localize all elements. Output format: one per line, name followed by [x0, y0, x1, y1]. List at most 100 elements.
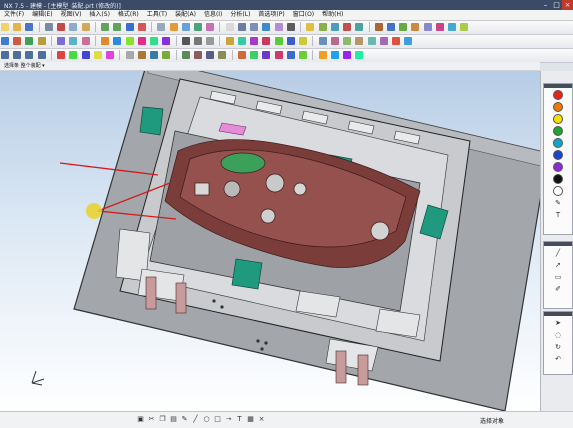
cut-icon[interactable] — [57, 23, 66, 31]
datum-plane-icon[interactable] — [57, 37, 66, 45]
cylinder-icon[interactable] — [113, 37, 122, 45]
swatch-red[interactable] — [553, 90, 563, 100]
print-icon[interactable] — [44, 23, 53, 31]
menu-help[interactable]: 帮助(H) — [318, 10, 347, 20]
undo-icon[interactable] — [101, 23, 110, 31]
sketch-icon[interactable] — [157, 23, 166, 31]
swatch-green[interactable] — [553, 126, 563, 136]
copy-icon[interactable]: ❐ — [158, 415, 167, 424]
assembly-icon[interactable] — [374, 23, 383, 31]
mold-assembly-model[interactable] — [0, 71, 540, 411]
sphere-icon[interactable] — [137, 37, 146, 45]
datum-axis-icon[interactable] — [69, 37, 78, 45]
pan-icon[interactable] — [250, 23, 259, 31]
angle-icon[interactable] — [299, 51, 308, 59]
lasso-icon[interactable]: ◌ — [552, 331, 564, 340]
front-view-icon[interactable] — [1, 51, 9, 59]
extract-icon[interactable] — [343, 37, 352, 45]
top-view-icon[interactable] — [13, 51, 22, 59]
render-icon[interactable] — [404, 37, 413, 45]
line-icon[interactable]: ╱ — [191, 415, 200, 424]
blend-icon[interactable] — [193, 23, 202, 31]
circle-icon[interactable]: ○ — [202, 415, 211, 424]
menu-insert[interactable]: 插入(S) — [85, 10, 114, 20]
visible-layer-icon[interactable] — [218, 51, 227, 59]
close-button[interactable]: × — [562, 0, 573, 10]
section-icon[interactable] — [330, 23, 339, 31]
menu-info[interactable]: 信息(I) — [200, 10, 226, 20]
swatch-purple[interactable] — [553, 162, 563, 172]
menu-file[interactable]: 文件(F) — [0, 10, 28, 20]
selection-scope-dropdown[interactable]: 选择条 整个装配 ▾ — [4, 62, 45, 70]
spline-icon[interactable] — [37, 37, 46, 45]
color-icon[interactable] — [391, 37, 400, 45]
move-face-icon[interactable] — [379, 37, 388, 45]
line-icon[interactable]: ╱ — [552, 249, 564, 258]
hide-icon[interactable] — [343, 23, 352, 31]
pen-icon[interactable]: ✎ — [180, 415, 189, 424]
snap-midpoint-icon[interactable] — [69, 51, 78, 59]
menu-format[interactable]: 格式(R) — [114, 10, 143, 20]
shell-icon[interactable] — [274, 37, 283, 45]
shaded-view-icon[interactable] — [274, 23, 283, 31]
revolve-icon[interactable] — [181, 23, 190, 31]
csys-icon[interactable] — [81, 37, 90, 45]
point-icon[interactable] — [1, 37, 9, 45]
maximize-button[interactable]: □ — [551, 0, 562, 10]
snap-quadrant-icon[interactable] — [106, 51, 115, 59]
open-folder-icon[interactable] — [13, 23, 22, 31]
menu-tools[interactable]: 工具(T) — [143, 10, 171, 20]
edit-object-icon[interactable] — [237, 51, 246, 59]
select-icon[interactable]: ➤ — [552, 319, 564, 328]
brush-icon[interactable]: ✐ — [552, 285, 564, 294]
split-body-icon[interactable] — [237, 37, 246, 45]
new-file-icon[interactable] — [1, 23, 9, 31]
right-view-icon[interactable] — [25, 51, 34, 59]
eraser-icon[interactable]: ▭ — [552, 273, 564, 282]
menu-window[interactable]: 窗口(O) — [289, 10, 318, 20]
snap-endpoint-icon[interactable] — [57, 51, 66, 59]
arrow-icon[interactable]: ➝ — [224, 415, 233, 424]
menu-assembly[interactable]: 装配(A) — [171, 10, 200, 20]
boss-icon[interactable] — [162, 37, 171, 45]
draft-icon[interactable] — [262, 37, 271, 45]
close-icon[interactable]: × — [257, 415, 266, 424]
component-icon[interactable] — [386, 23, 395, 31]
layer-settings-icon[interactable] — [181, 51, 190, 59]
filter-icon[interactable] — [125, 51, 134, 59]
extrude-icon[interactable] — [169, 23, 178, 31]
favorite-icon[interactable] — [318, 51, 327, 59]
distance-icon[interactable] — [286, 51, 295, 59]
save-icon[interactable]: ▣ — [136, 415, 145, 424]
redo-icon[interactable] — [113, 23, 122, 31]
analysis-icon[interactable] — [274, 51, 283, 59]
snap-center-icon[interactable] — [81, 51, 90, 59]
grid-icon[interactable]: ▦ — [246, 415, 255, 424]
menu-view[interactable]: 视图(V) — [57, 10, 86, 20]
rotate-view-icon[interactable] — [262, 23, 271, 31]
body-rule-icon[interactable] — [162, 51, 171, 59]
pen-icon[interactable]: ✎ — [552, 199, 564, 208]
square-icon[interactable]: □ — [213, 415, 222, 424]
line-icon[interactable] — [13, 37, 22, 45]
swatch-black[interactable] — [553, 174, 563, 184]
mirror-icon[interactable] — [299, 37, 308, 45]
swatch-yellow[interactable] — [553, 114, 563, 124]
copy-to-layer-icon[interactable] — [206, 51, 215, 59]
intersect-icon[interactable] — [206, 37, 215, 45]
arrow-icon[interactable]: ➚ — [552, 261, 564, 270]
paste-icon[interactable]: ▤ — [169, 415, 178, 424]
trim-body-icon[interactable] — [225, 37, 234, 45]
save-icon[interactable] — [25, 23, 34, 31]
constraint-icon[interactable] — [399, 23, 408, 31]
pattern-icon[interactable] — [286, 37, 295, 45]
part-navigator-icon[interactable] — [355, 51, 364, 59]
swatch-orange[interactable] — [553, 102, 563, 112]
subtract-icon[interactable] — [193, 37, 202, 45]
move-object-icon[interactable] — [262, 51, 271, 59]
menu-analysis[interactable]: 分析(L) — [226, 10, 254, 20]
mold-icon[interactable] — [423, 23, 432, 31]
measure-icon[interactable] — [318, 23, 327, 31]
paste-icon[interactable] — [81, 23, 90, 31]
unite-icon[interactable] — [181, 37, 190, 45]
